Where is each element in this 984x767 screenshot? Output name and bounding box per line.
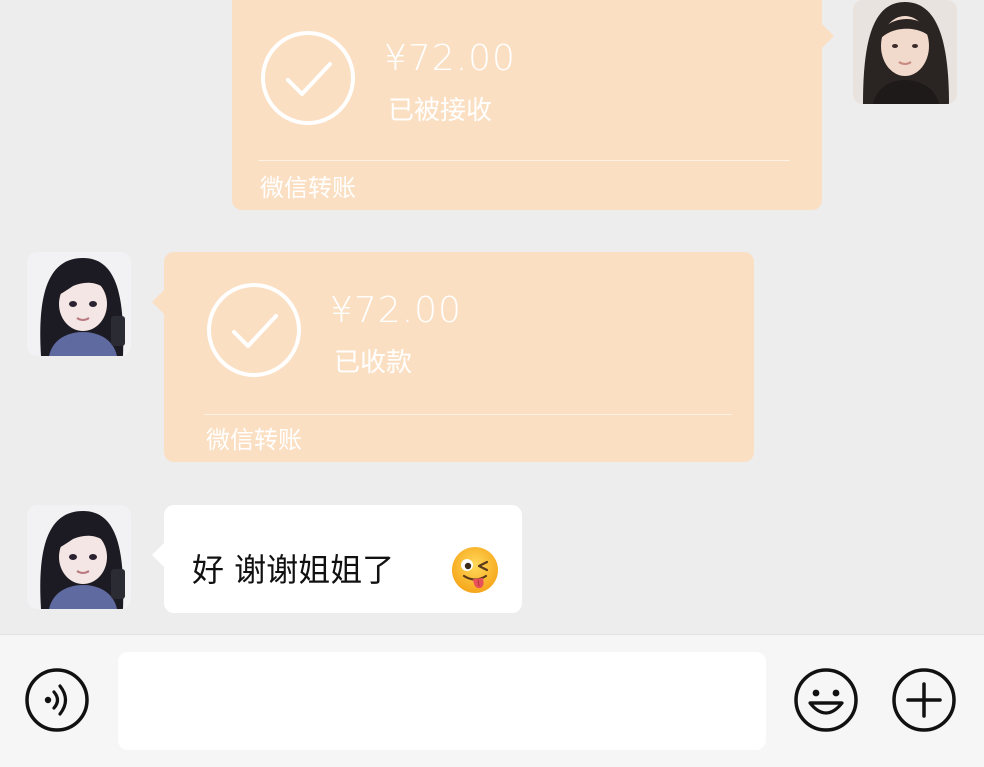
transfer-footer-label: 微信转账 (260, 174, 356, 202)
transfer-footer-label: 微信转账 (206, 426, 302, 454)
contact-avatar[interactable] (27, 252, 131, 356)
check-circle-icon (207, 283, 301, 377)
message-text: 好 谢谢姐姐了 (192, 551, 395, 589)
transfer-bubble-received[interactable]: ¥72.00 已收款 微信转账 (152, 252, 754, 462)
divider (258, 160, 790, 161)
plus-icon[interactable] (891, 667, 957, 733)
message-input[interactable] (118, 652, 766, 750)
text-message-bubble[interactable]: 好 谢谢姐姐了 (152, 505, 522, 613)
input-bar (0, 634, 984, 767)
my-avatar[interactable] (853, 0, 957, 104)
transfer-amount: ¥72.00 (330, 290, 462, 331)
divider (204, 414, 732, 415)
transfer-status: 已被接收 (388, 96, 493, 126)
transfer-amount: ¥72.00 (384, 38, 516, 79)
voice-icon[interactable] (24, 667, 90, 733)
transfer-bubble-sent[interactable]: ¥72.00 已被接收 微信转账 (232, 0, 834, 210)
winking-tongue-emoji-icon (452, 547, 498, 593)
emoji-icon[interactable] (793, 667, 859, 733)
check-circle-icon (261, 31, 355, 125)
transfer-status: 已收款 (334, 348, 413, 378)
contact-avatar[interactable] (27, 505, 131, 609)
chat-area: ¥72.00 已被接收 微信转账 ¥72.00 已收款 微信转账 好 谢谢姐姐了 (0, 0, 984, 634)
